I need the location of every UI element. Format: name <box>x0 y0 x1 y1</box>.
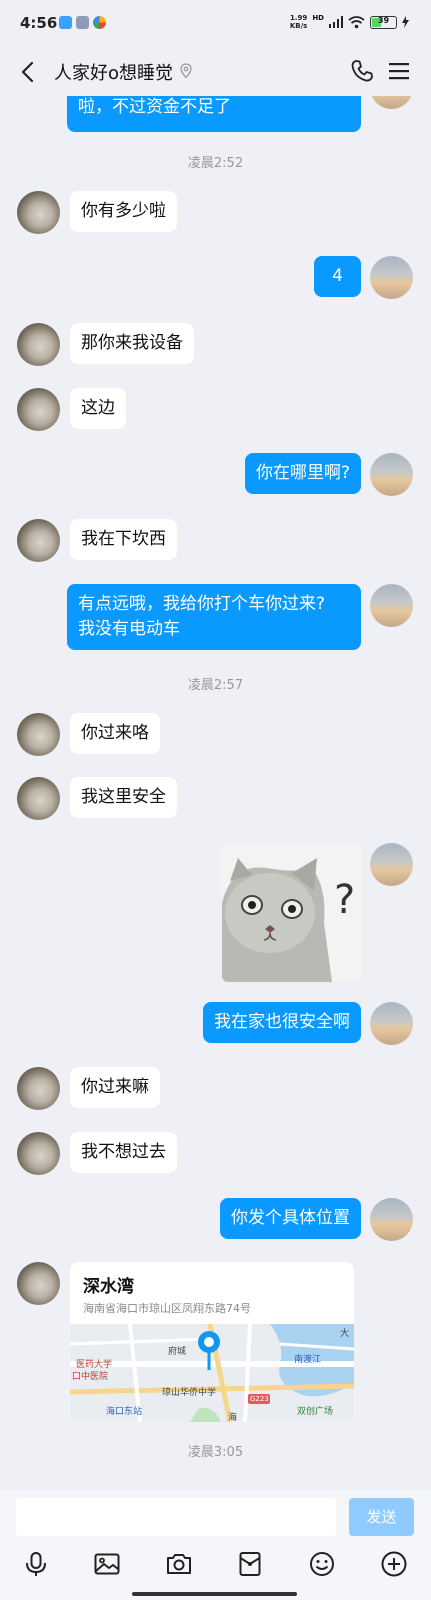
my-avatar[interactable] <box>370 843 413 886</box>
message-incoming: 你过来咯 <box>0 713 431 758</box>
chat-title[interactable]: 人家好o想睡觉 <box>54 59 173 85</box>
message-incoming: 我在下坎西 <box>0 519 431 564</box>
notification-icons <box>59 16 106 29</box>
message-bubble[interactable]: 你发个具体位置 <box>220 1198 361 1239</box>
phone-call-icon[interactable] <box>350 58 374 84</box>
message-input[interactable] <box>16 1498 336 1536</box>
message-incoming: 我这里安全 <box>0 777 431 822</box>
cloud-app-icon <box>59 16 72 29</box>
message-bubble[interactable]: 这边 <box>70 388 126 429</box>
status-bar: 4:56 1.99 KB/s HD 39 <box>0 0 431 48</box>
my-avatar[interactable] <box>370 584 413 627</box>
message-bubble[interactable]: 那你来我设备 <box>70 323 194 364</box>
red-packet-icon[interactable] <box>236 1550 264 1578</box>
location-map[interactable]: 府城 医药大学 口中医院 海口东站 琼山华侨中学 双创广场 南渡江 大 G223… <box>70 1324 354 1422</box>
message-timestamp: 凌晨2:52 <box>187 156 244 171</box>
message-bubble[interactable]: 我不想过去 <box>70 1132 177 1173</box>
location-pin-icon <box>180 63 192 79</box>
my-avatar[interactable] <box>370 453 413 496</box>
message-bubble[interactable]: 啦，不过资金不足了 <box>67 96 361 132</box>
chat-message-list[interactable]: 啦，不过资金不足了 凌晨2:52 你有多少啦 4 那你来我设备 这边 你在哪里啊… <box>0 96 431 1490</box>
message-outgoing: 我在家也很安全啊 <box>0 1002 431 1047</box>
hd-badge: HD <box>312 14 324 22</box>
message-outgoing: ? <box>0 843 431 983</box>
contact-avatar[interactable] <box>17 1067 60 1110</box>
image-icon[interactable] <box>93 1550 121 1578</box>
menu-icon[interactable] <box>388 58 410 84</box>
back-arrow-icon[interactable] <box>14 58 42 86</box>
status-time: 4:56 <box>20 14 58 32</box>
contact-avatar[interactable] <box>17 1262 60 1305</box>
my-avatar[interactable] <box>370 256 413 299</box>
sticker-image[interactable]: ? <box>222 843 361 982</box>
svg-text:?: ? <box>334 877 355 923</box>
contact-avatar[interactable] <box>17 713 60 756</box>
message-incoming: 这边 <box>0 388 431 433</box>
message-bubble[interactable]: 我在家也很安全啊 <box>203 1002 361 1043</box>
contact-avatar[interactable] <box>17 1132 60 1175</box>
message-timestamp: 凌晨3:05 <box>187 1445 244 1460</box>
contact-avatar[interactable] <box>17 519 60 562</box>
message-bubble[interactable]: 我在下坎西 <box>70 519 177 560</box>
map-pin-icon <box>198 1331 220 1370</box>
contact-avatar[interactable] <box>17 777 60 820</box>
camera-icon[interactable] <box>165 1550 193 1578</box>
message-timestamp: 凌晨2:57 <box>187 678 244 693</box>
message-bubble[interactable]: 你过来咯 <box>70 713 160 754</box>
message-outgoing: 4 <box>0 256 431 301</box>
message-bubble[interactable]: 4 <box>314 256 361 297</box>
microphone-icon[interactable] <box>22 1550 50 1578</box>
gallery-app-icon <box>76 16 89 29</box>
message-incoming: 我不想过去 <box>0 1132 431 1177</box>
message-bubble[interactable]: 你有多少啦 <box>70 191 177 232</box>
message-outgoing: 你在哪里啊? <box>0 453 431 498</box>
message-incoming: 你有多少啦 <box>0 191 431 236</box>
message-bubble[interactable]: 我这里安全 <box>70 777 177 818</box>
message-incoming: 深水湾 海南省海口市琼山区凤翔东路74号 府城 医药大学 口中医院 海口东站 琼… <box>0 1262 431 1427</box>
network-speed: 1.99 KB/s <box>289 14 308 30</box>
message-incoming: 你过来嘛 <box>0 1067 431 1112</box>
send-button[interactable]: 发送 <box>349 1498 414 1536</box>
my-avatar[interactable] <box>370 1002 413 1045</box>
emoji-icon[interactable] <box>308 1550 336 1578</box>
message-bubble[interactable]: 有点远哦，我给你打个车你过来? 我没有电动车 <box>67 584 361 650</box>
message-incoming: 那你来我设备 <box>0 323 431 368</box>
location-name: 深水湾 <box>83 1277 134 1297</box>
home-indicator[interactable] <box>132 1592 297 1596</box>
confused-cat-sticker: ? <box>222 843 361 982</box>
message-outgoing: 啦，不过资金不足了 <box>0 96 431 132</box>
message-bubble[interactable]: 你过来嘛 <box>70 1067 160 1108</box>
message-bubble[interactable]: 你在哪里啊? <box>244 453 361 494</box>
location-card[interactable]: 深水湾 海南省海口市琼山区凤翔东路74号 府城 医药大学 口中医院 海口东站 琼… <box>70 1262 354 1422</box>
wifi-icon <box>348 15 365 28</box>
contact-avatar[interactable] <box>17 323 60 366</box>
battery-icon: 39 <box>370 15 397 29</box>
chat-header: 人家好o想睡觉 <box>0 48 431 96</box>
contact-avatar[interactable] <box>17 388 60 431</box>
plus-circle-icon[interactable] <box>380 1550 408 1578</box>
photos-app-icon <box>93 16 106 29</box>
my-avatar[interactable] <box>370 96 413 109</box>
message-outgoing: 你发个具体位置 <box>0 1198 431 1243</box>
location-address: 海南省海口市琼山区凤翔东路74号 <box>83 1302 251 1315</box>
chat-input-area: 发送 <box>0 1490 431 1600</box>
contact-avatar[interactable] <box>17 191 60 234</box>
my-avatar[interactable] <box>370 1198 413 1241</box>
charging-icon <box>402 16 409 28</box>
message-outgoing: 有点远哦，我给你打个车你过来? 我没有电动车 <box>0 584 431 654</box>
status-right: 1.99 KB/s HD 39 <box>290 14 409 30</box>
signal-icon <box>329 16 343 28</box>
